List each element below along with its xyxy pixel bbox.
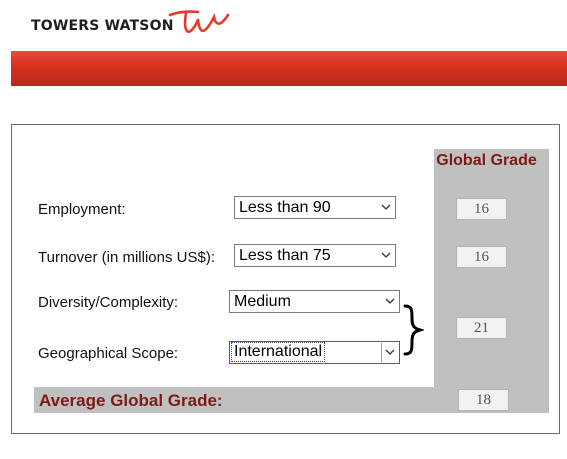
turnover-select-value: Less than 75 bbox=[239, 247, 331, 264]
chevron-down-icon bbox=[381, 252, 391, 258]
chevron-down-icon bbox=[385, 349, 395, 355]
geographical-scope-label: Geographical Scope: bbox=[38, 345, 179, 362]
tw-script-logo-icon bbox=[168, 10, 230, 33]
average-grade-value: 18 bbox=[458, 389, 509, 411]
global-grade-column bbox=[434, 149, 549, 413]
employment-label: Employment: bbox=[38, 201, 126, 218]
employment-grade: 16 bbox=[456, 198, 507, 220]
global-grade-header: Global Grade bbox=[436, 152, 537, 169]
diversity-select[interactable]: Medium bbox=[229, 290, 400, 313]
employment-select-value: Less than 90 bbox=[239, 199, 331, 216]
combined-grade: 21 bbox=[456, 317, 507, 339]
turnover-grade: 16 bbox=[456, 246, 507, 268]
turnover-label: Turnover (in millions US$): bbox=[38, 249, 215, 266]
right-brace-icon bbox=[403, 304, 424, 356]
average-grade-label: Average Global Grade: bbox=[39, 391, 223, 410]
diversity-label: Diversity/Complexity: bbox=[38, 294, 179, 311]
diversity-select-value: Medium bbox=[234, 293, 291, 310]
geographical-scope-select[interactable]: International bbox=[229, 341, 400, 364]
brand-name: TOWERS WATSON bbox=[31, 18, 174, 34]
chevron-down-icon bbox=[385, 298, 395, 304]
select-divider bbox=[381, 343, 382, 362]
header-banner bbox=[11, 51, 567, 86]
grade-calculator-panel: Global Grade Employment: Less than 90 16… bbox=[11, 124, 560, 434]
turnover-select[interactable]: Less than 75 bbox=[234, 244, 396, 267]
chevron-down-icon bbox=[381, 204, 391, 210]
employment-select[interactable]: Less than 90 bbox=[234, 196, 396, 219]
geographical-scope-select-value: International bbox=[230, 342, 326, 362]
